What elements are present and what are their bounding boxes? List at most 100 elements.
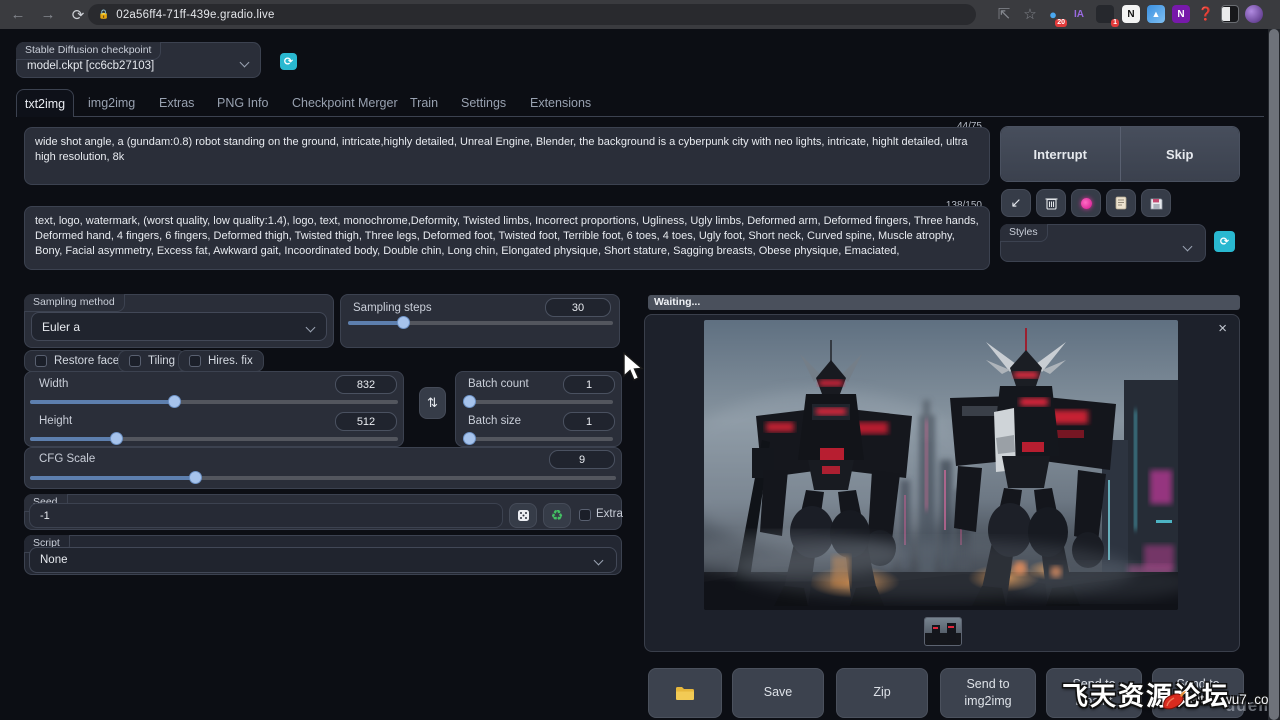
address-bar[interactable]: 🔒 02a56ff4-71ff-439e.gradio.live <box>88 4 976 25</box>
sampling-steps-label: Sampling steps <box>353 302 432 314</box>
sampling-steps-input[interactable]: 30 <box>545 298 611 317</box>
ia-extension-icon[interactable]: IA <box>1070 5 1088 23</box>
progress-text: Waiting... <box>654 296 700 308</box>
share-icon[interactable]: ⇱ <box>992 3 1016 25</box>
back-icon[interactable]: ← <box>6 4 30 26</box>
styles-dropdown[interactable]: Styles <box>1000 224 1206 262</box>
skip-button[interactable]: Skip <box>1121 127 1240 181</box>
arrow-down-left-icon: ↙ <box>1011 195 1022 211</box>
checkpoint-dropdown[interactable]: Stable Diffusion checkpoint model.ckpt [… <box>16 42 261 78</box>
seed-block: Seed -1 ♻ Extra <box>24 494 622 530</box>
random-seed-button[interactable] <box>509 503 537 528</box>
tab-divider <box>16 116 1264 117</box>
scrollbar-thumb[interactable] <box>1269 29 1279 720</box>
extra-seed-label: Extra <box>596 508 623 520</box>
tab-img2img[interactable]: img2img <box>88 96 135 110</box>
cfg-scale-input[interactable]: 9 <box>549 450 615 469</box>
batch-size-label: Batch size <box>468 415 521 427</box>
tab-checkpoint-merger[interactable]: Checkpoint Merger <box>292 96 398 110</box>
width-slider[interactable] <box>30 400 398 404</box>
zip-button[interactable]: Zip <box>836 668 928 718</box>
batch-count-slider[interactable] <box>463 400 613 404</box>
bookmark-star-icon[interactable]: ☆ <box>1018 3 1042 25</box>
open-folder-button[interactable] <box>648 668 722 718</box>
seed-value: -1 <box>40 510 50 522</box>
tab-txt2img[interactable]: txt2img <box>16 89 74 117</box>
tab-extras[interactable]: Extras <box>159 96 194 110</box>
send-to-img2img-button[interactable]: Send to img2img <box>940 668 1036 718</box>
tab-train[interactable]: Train <box>410 96 438 110</box>
tiling-option[interactable]: Tiling <box>118 350 186 372</box>
width-input[interactable]: 832 <box>335 375 397 394</box>
chevron-down-icon <box>1183 242 1193 252</box>
hires-fix-option[interactable]: Hires. fix <box>178 350 264 372</box>
tab-png-info[interactable]: PNG Info <box>217 96 268 110</box>
notepad-icon <box>1115 196 1127 210</box>
checkpoint-label: Stable Diffusion checkpoint <box>16 42 161 60</box>
reuse-seed-button[interactable]: ♻ <box>543 503 571 528</box>
cfg-scale-label: CFG Scale <box>39 453 95 465</box>
paste-arrow-button[interactable]: ↙ <box>1001 189 1031 217</box>
interrupt-button[interactable]: Interrupt <box>1001 127 1120 181</box>
checkpoint-value: model.ckpt [cc6cb27103] <box>27 60 154 72</box>
apply-style-button[interactable] <box>1106 189 1136 217</box>
dark-extension-icon[interactable]: 1 <box>1096 5 1114 23</box>
sampling-method-block: Sampling method Euler a <box>24 294 334 348</box>
gallery-thumbnail[interactable] <box>924 617 962 646</box>
tiling-label: Tiling <box>148 355 175 367</box>
tab-extensions[interactable]: Extensions <box>530 96 591 110</box>
restore-faces-label: Restore faces <box>54 355 125 367</box>
notion-icon[interactable]: N <box>1122 5 1140 23</box>
script-block: Script None <box>24 535 622 575</box>
extra-networks-button[interactable] <box>1071 189 1101 217</box>
height-input[interactable]: 512 <box>335 412 397 431</box>
negative-prompt-textarea[interactable]: text, logo, watermark, (worst quality, l… <box>24 206 990 270</box>
lock-icon: 🔒 <box>98 9 109 20</box>
onenote-icon[interactable]: N <box>1172 5 1190 23</box>
contrast-extension-icon[interactable] <box>1221 5 1239 23</box>
generated-image[interactable] <box>704 320 1178 610</box>
tiling-checkbox[interactable] <box>129 355 141 367</box>
sampling-steps-block: Sampling steps 30 <box>340 294 620 348</box>
scrollbar-track[interactable] <box>1268 29 1280 720</box>
tab-settings[interactable]: Settings <box>461 96 506 110</box>
clear-prompt-button[interactable] <box>1036 189 1066 217</box>
forum-watermark-cn: 飞天资源论坛 <box>1062 676 1230 713</box>
recycle-icon: ♻ <box>551 507 564 524</box>
reload-icon[interactable]: ⟳ <box>66 4 90 26</box>
script-select[interactable]: None <box>29 547 617 573</box>
batch-size-input[interactable]: 1 <box>563 412 615 431</box>
swap-arrows-icon: ⇅ <box>427 395 438 411</box>
cfg-scale-slider[interactable] <box>30 476 616 480</box>
floppy-disk-icon <box>1150 197 1163 210</box>
sampling-steps-slider[interactable] <box>348 321 613 325</box>
batch-size-slider[interactable] <box>463 437 613 441</box>
folder-icon <box>675 686 695 701</box>
seed-input[interactable]: -1 <box>29 503 503 528</box>
close-icon[interactable]: × <box>1218 323 1227 335</box>
hires-fix-checkbox[interactable] <box>189 355 201 367</box>
checkpoint-refresh-button[interactable]: ⟳ <box>280 53 297 70</box>
script-value: None <box>40 554 68 566</box>
photos-extension-icon[interactable]: ▲ <box>1147 5 1165 23</box>
sampling-method-value: Euler a <box>42 320 80 334</box>
extra-seed-checkbox[interactable] <box>579 509 591 521</box>
profile-avatar[interactable] <box>1245 5 1263 23</box>
forward-icon[interactable]: → <box>36 4 60 26</box>
save-button[interactable]: Save <box>732 668 824 718</box>
styles-refresh-button[interactable]: ⟳ <box>1214 231 1235 252</box>
swap-dimensions-button[interactable]: ⇅ <box>419 387 446 419</box>
batch-count-input[interactable]: 1 <box>563 375 615 394</box>
pin-extension-icon[interactable]: ● 20 <box>1044 5 1062 23</box>
batch-block: Batch count 1 Batch size 1 <box>455 371 622 447</box>
extensions-puzzle-icon[interactable]: ❓ <box>1197 5 1215 23</box>
batch-count-label: Batch count <box>468 378 529 390</box>
page-url[interactable]: 02a56ff4-71ff-439e.gradio.live <box>116 9 274 21</box>
dimensions-block: Width 832 Height 512 <box>24 371 404 447</box>
sampling-method-select[interactable]: Euler a <box>31 312 327 341</box>
save-style-button[interactable] <box>1141 189 1171 217</box>
prompt-textarea[interactable]: wide shot angle, a (gundam:0.8) robot st… <box>24 127 990 185</box>
height-slider[interactable] <box>30 437 398 441</box>
restore-faces-checkbox[interactable] <box>35 355 47 367</box>
styles-label: Styles <box>1000 224 1048 242</box>
